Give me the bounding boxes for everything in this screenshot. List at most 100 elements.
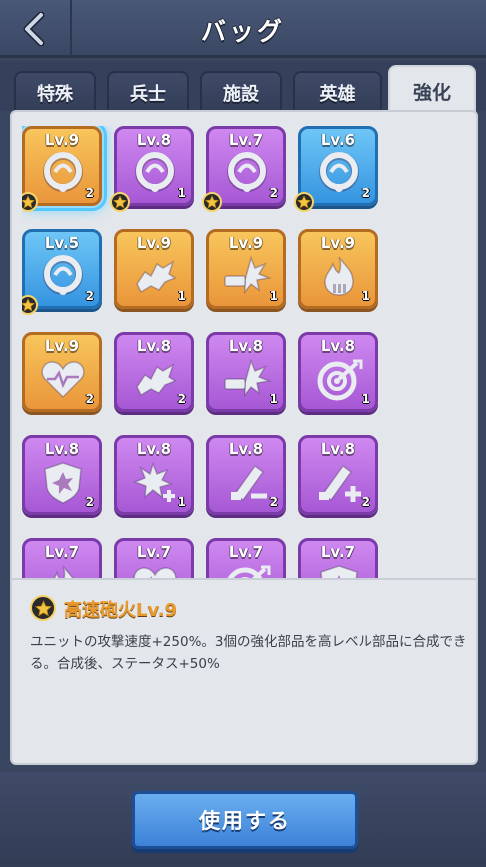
item-slot: Lv.9 1: [298, 229, 378, 309]
item-slot: Lv.72: [206, 538, 286, 578]
item-count: 1: [177, 495, 186, 509]
heart-pulse-icon: [37, 357, 89, 401]
fire-icon: [37, 563, 89, 578]
beast-icon: [129, 254, 181, 298]
item-slot: Lv.72: [298, 538, 378, 578]
cannon-plus-icon: [313, 460, 365, 504]
star-badge-icon: [22, 295, 38, 315]
item-card[interactable]: Lv.8 2: [206, 435, 286, 515]
page-title: バッグ: [200, 17, 285, 46]
item-count: 1: [177, 289, 186, 303]
item-card[interactable]: Lv.72: [114, 538, 194, 578]
item-slot: Lv.8 2: [22, 435, 102, 515]
item-slot: Lv.6 2: [294, 126, 378, 212]
detail-title: 高速砲火Lv.9: [64, 600, 178, 621]
item-level: Lv.9: [44, 337, 80, 355]
item-slot: Lv.72: [114, 538, 194, 578]
item-slot: Lv.8 2: [298, 435, 378, 515]
item-slot: Lv.72: [202, 126, 286, 212]
shield-burst-icon: [313, 563, 365, 578]
top-bar: バッグ: [0, 0, 486, 58]
item-count: 2: [361, 495, 370, 509]
item-slot: Lv.8 1: [114, 435, 194, 515]
use-button[interactable]: 使用する: [132, 791, 358, 849]
item-card[interactable]: Lv.8 2: [114, 332, 194, 412]
item-slot: Lv.5 2: [22, 229, 102, 315]
star-badge-icon: [294, 192, 314, 212]
item-grid: Lv.9 2 Lv.8 1 Lv.7 2 Lv.6 2 Lv.5 2 Lv.9 1 Lv.9 1 Lv.9 1…: [22, 126, 468, 578]
tab-2[interactable]: 兵士: [107, 71, 189, 113]
tab-4[interactable]: 英雄: [293, 71, 382, 113]
tab-3[interactable]: 施設: [200, 71, 282, 113]
item-slot: Lv.8 1: [206, 332, 286, 412]
item-level: Lv.6: [320, 131, 356, 149]
item-count: 2: [85, 289, 94, 303]
item-slot: Lv.9 2: [22, 126, 107, 212]
item-count: 2: [85, 392, 94, 406]
item-slot: Lv.9 1: [114, 229, 194, 309]
item-count: 2: [85, 495, 94, 509]
item-card[interactable]: Lv.72: [206, 538, 286, 578]
tab-5[interactable]: 強化: [388, 65, 476, 115]
star-badge-icon: [202, 192, 222, 212]
cannon-blast-icon: [221, 254, 273, 298]
item-count: 1: [269, 392, 278, 406]
item-level: Lv.9: [228, 234, 264, 252]
ring-emblem-icon: [37, 151, 89, 195]
item-card[interactable]: Lv.72: [22, 538, 102, 578]
item-level: Lv.7: [320, 543, 356, 561]
item-card[interactable]: Lv.9 2: [22, 332, 102, 412]
star-badge-icon: [110, 192, 130, 212]
item-card[interactable]: Lv.9 1: [298, 229, 378, 309]
item-card[interactable]: Lv.9 1: [206, 229, 286, 309]
item-card[interactable]: Lv.8 1: [206, 332, 286, 412]
item-level: Lv.7: [228, 131, 264, 149]
item-card[interactable]: Lv.72: [298, 538, 378, 578]
beast-icon: [129, 357, 181, 401]
ring-emblem-icon: [37, 254, 89, 298]
item-count: 1: [269, 289, 278, 303]
item-card[interactable]: Lv.9 1: [114, 229, 194, 309]
item-card[interactable]: Lv.8 2: [22, 435, 102, 515]
item-level: Lv.8: [44, 440, 80, 458]
item-count: 2: [177, 392, 186, 406]
item-level: Lv.7: [136, 543, 172, 561]
item-level: Lv.7: [44, 543, 80, 561]
cannon-minus-icon: [221, 460, 273, 504]
tab-1[interactable]: 特殊: [14, 71, 96, 113]
tab-bar: 特殊 兵士 施設 英雄 強化: [0, 61, 486, 115]
item-slot: Lv.8 2: [114, 332, 194, 412]
item-level: Lv.8: [136, 440, 172, 458]
item-slot: Lv.8 1: [298, 332, 378, 412]
item-slot: Lv.8 2: [206, 435, 286, 515]
item-level: Lv.8: [320, 337, 356, 355]
item-count: 2: [361, 186, 370, 200]
item-level: Lv.5: [44, 234, 80, 252]
star-badge-icon: [30, 595, 56, 621]
item-level: Lv.8: [136, 337, 172, 355]
item-card[interactable]: Lv.8 1: [298, 332, 378, 412]
item-card[interactable]: Lv.8 1: [114, 435, 194, 515]
item-grid-viewport[interactable]: Lv.9 2 Lv.8 1 Lv.7 2 Lv.6 2 Lv.5 2 Lv.9 1 Lv.9 1 Lv.9 1…: [22, 126, 468, 578]
shield-burst-icon: [37, 460, 89, 504]
item-level: Lv.8: [320, 440, 356, 458]
item-count: 2: [85, 186, 94, 200]
target-icon: [221, 563, 273, 578]
item-card[interactable]: Lv.8 2: [298, 435, 378, 515]
item-slot: Lv.9 2: [22, 332, 102, 412]
divider: [12, 578, 476, 580]
item-level: Lv.9: [44, 131, 80, 149]
ring-emblem-icon: [313, 151, 365, 195]
cannon-blast-icon: [221, 357, 273, 401]
ring-emblem-icon: [221, 151, 273, 195]
item-count: 1: [361, 289, 370, 303]
item-slot: Lv.9 1: [206, 229, 286, 309]
fire-icon: [313, 254, 365, 298]
heart-pulse-icon: [129, 563, 181, 578]
item-count: 1: [361, 392, 370, 406]
item-count: 2: [269, 495, 278, 509]
target-icon: [313, 357, 365, 401]
item-level: Lv.9: [320, 234, 356, 252]
burst-plus-icon: [129, 460, 181, 504]
item-level: Lv.8: [228, 337, 264, 355]
